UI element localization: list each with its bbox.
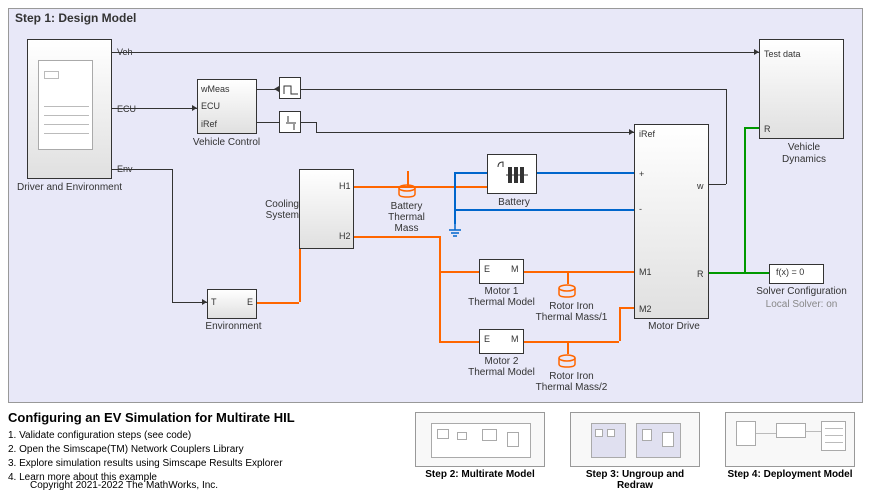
- mechanical-line: [709, 272, 769, 274]
- step3-label: Step 3: Ungroup and Redraw: [570, 469, 700, 491]
- cooling-h2: H2: [339, 231, 351, 241]
- battery-label: Battery: [494, 197, 534, 208]
- electric-line: [454, 209, 634, 211]
- thermal-line: [257, 302, 299, 304]
- md-m2: M2: [639, 304, 652, 314]
- step4-preview[interactable]: Step 4: Deployment Model: [725, 412, 855, 480]
- rotor2-label: Rotor Iron Thermal Mass/2: [534, 371, 609, 393]
- arrow-icon: [274, 86, 279, 92]
- rotor1-label: Rotor Iron Thermal Mass/1: [534, 301, 609, 323]
- thermal-line: [439, 236, 441, 342]
- arrow-icon: [629, 129, 634, 135]
- ground-symbol: [447, 224, 463, 243]
- driver-environment-block[interactable]: [27, 39, 112, 179]
- thermal-line: [524, 271, 634, 273]
- signal-line: [301, 89, 726, 90]
- md-r: R: [697, 269, 704, 279]
- md-iref: iRef: [639, 129, 655, 139]
- electric-line: [454, 172, 487, 174]
- driver-ecu-port: ECU: [117, 104, 136, 114]
- signal-line: [301, 122, 316, 123]
- electric-line: [454, 172, 456, 224]
- thermal-line: [299, 249, 301, 302]
- step2-thumb: [415, 412, 545, 467]
- md-plus: +: [639, 169, 644, 179]
- env-label: Environment: [201, 321, 266, 332]
- signal-line: [726, 89, 727, 184]
- step2-preview[interactable]: Step 2: Multirate Model: [415, 412, 545, 480]
- signal-line: [316, 122, 317, 132]
- rate-icon: [280, 112, 302, 134]
- vd-r: R: [764, 124, 771, 134]
- cooling-label: Cooling System: [254, 199, 299, 221]
- solver-sublabel: Local Solver: on: [759, 299, 844, 310]
- m2t-label: Motor 2 Thermal Model: [464, 356, 539, 378]
- thermal-line: [439, 271, 479, 273]
- signal-line: [112, 52, 759, 53]
- thermal-line: [354, 236, 439, 238]
- step4-thumb: [725, 412, 855, 467]
- cooling-h1: H1: [339, 181, 351, 191]
- rate-transition-block[interactable]: [279, 111, 301, 133]
- thermal-line: [567, 271, 569, 284]
- m1t-label: Motor 1 Thermal Model: [464, 286, 539, 308]
- signal-line: [112, 108, 197, 109]
- thermal-line: [439, 341, 479, 343]
- vc-ecu: ECU: [201, 101, 220, 111]
- solver-expr: f(x) = 0: [776, 267, 804, 277]
- electric-line: [537, 172, 634, 174]
- md-label: Motor Drive: [644, 321, 704, 332]
- m1t-e: E: [484, 264, 490, 274]
- panel-title: Step 1: Design Model: [15, 11, 136, 25]
- signal-line: [316, 132, 634, 133]
- solver-label: Solver Configuration: [754, 286, 849, 297]
- battery-block[interactable]: [487, 154, 537, 194]
- thermal-line: [619, 307, 621, 341]
- mechanical-line: [744, 127, 759, 129]
- arrow-icon: [202, 299, 207, 305]
- arrow-icon: [192, 105, 197, 111]
- arrow-icon: [754, 49, 759, 55]
- env-e: E: [247, 297, 253, 307]
- m1t-m: M: [511, 264, 519, 274]
- pulse-block[interactable]: [279, 77, 301, 99]
- rotor1-thermal-mass-icon[interactable]: [557, 284, 577, 298]
- md-minus: -: [639, 204, 642, 214]
- driver-env-label: Driver and Environment: [17, 182, 122, 193]
- thermal-line: [619, 307, 634, 309]
- vc-label: Vehicle Control: [189, 137, 264, 148]
- design-model-panel: Step 1: Design Model Driver and Environm…: [8, 8, 863, 403]
- pulse-icon: [280, 78, 302, 100]
- signal-line: [257, 122, 279, 123]
- vc-iref: iRef: [201, 119, 217, 129]
- thermal-line: [567, 341, 569, 354]
- motor-drive-block[interactable]: [634, 124, 709, 319]
- thermal-line: [354, 186, 487, 188]
- step3-thumb: [570, 412, 700, 467]
- thermal-line: [524, 341, 619, 343]
- signal-line: [172, 169, 173, 302]
- mechanical-line: [744, 127, 746, 274]
- battery-icon: [488, 155, 538, 195]
- step4-label: Step 4: Deployment Model: [725, 469, 855, 480]
- vc-wmeas: wMeas: [201, 84, 230, 94]
- env-t: T: [211, 297, 217, 307]
- copyright-text: Copyright 2021-2022 The MathWorks, Inc.: [30, 480, 218, 491]
- rotor2-thermal-mass-icon[interactable]: [557, 354, 577, 368]
- signal-line: [112, 169, 172, 170]
- thermal-line: [407, 171, 409, 186]
- m2t-e: E: [484, 334, 490, 344]
- step3-preview[interactable]: Step 3: Ungroup and Redraw: [570, 412, 700, 491]
- vd-test: Test data: [764, 49, 801, 59]
- md-w: w: [697, 181, 704, 191]
- vd-label: Vehicle Dynamics: [769, 142, 839, 166]
- md-m1: M1: [639, 267, 652, 277]
- step2-label: Step 2: Multirate Model: [415, 469, 545, 480]
- battery-thermal-label: Battery Thermal Mass: [379, 201, 434, 234]
- signal-line: [709, 184, 726, 185]
- m2t-m: M: [511, 334, 519, 344]
